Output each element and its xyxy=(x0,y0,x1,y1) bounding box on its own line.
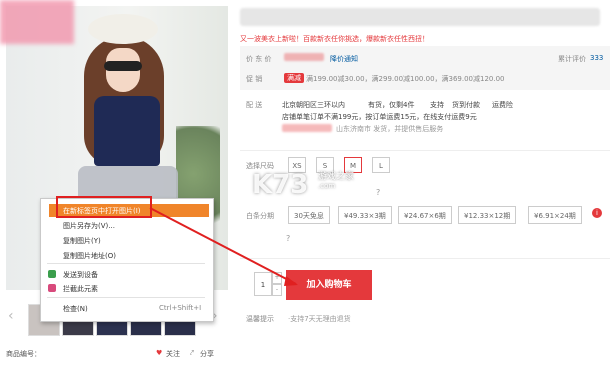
thumb-prev-icon[interactable]: ‹ xyxy=(8,308,14,324)
annotation-highlight-box xyxy=(56,196,152,218)
quantity-minus-button[interactable]: - xyxy=(272,284,282,296)
warm-tip-text: ·支持7天无理由退货 xyxy=(288,315,351,323)
divider xyxy=(240,258,610,259)
menu-separator xyxy=(47,263,205,264)
menu-item-block-element[interactable]: 拦截此元素 xyxy=(63,284,98,294)
menu-item-copy-image-address[interactable]: 复制图片地址(O) xyxy=(63,251,116,261)
promo-tag: 满减 xyxy=(284,73,304,83)
model-hat xyxy=(88,14,158,44)
installment-option[interactable]: 30天免息 xyxy=(288,206,330,224)
divider xyxy=(240,150,610,151)
promo-label: 促 销 xyxy=(246,75,263,83)
follow-link[interactable]: 关注 xyxy=(166,349,180,359)
installment-option[interactable]: ¥49.33×3期 xyxy=(338,206,392,224)
ship-note: 店铺单笔订单不满199元，按订单运费15元，在线支付运费9元 xyxy=(282,113,477,121)
sub-promo-text: 又一波美衣上新啦！百款新衣任你挑选，爆款新衣任性西扭！ xyxy=(240,35,429,43)
blurred-logo xyxy=(0,0,74,44)
installment-option[interactable]: ¥24.67×6期 xyxy=(398,206,452,224)
quantity-plus-button[interactable]: + xyxy=(272,272,282,284)
ship-support: 支持 xyxy=(430,101,444,109)
menu-item-copy-image[interactable]: 复制图片(Y) xyxy=(63,236,101,246)
quantity-input[interactable]: 1 xyxy=(254,272,272,296)
price-blurred xyxy=(284,53,324,61)
share-link[interactable]: 分享 xyxy=(200,349,214,359)
warm-tip-label: 温馨提示 xyxy=(246,315,274,323)
promo-text: 满199.00减30.00，满299.00减100.00，满369.00减120… xyxy=(306,75,505,83)
price-notice-link[interactable]: 降价通知 xyxy=(330,54,358,64)
size-option-l[interactable]: L xyxy=(372,157,390,173)
menu-item-inspect[interactable]: 检查(N) xyxy=(63,304,88,314)
watermark-sub: 游戏之家 xyxy=(318,172,355,182)
block-element-icon xyxy=(48,284,56,292)
watermark-url: .com xyxy=(318,182,336,190)
item-meta-row: 商品编号： ♥ 关注 ⤤ 分享 xyxy=(6,349,228,361)
price-panel: 价 东 价 降价通知 累计评价 333 促 销 满减 满199.00减30.00… xyxy=(240,46,610,90)
installment-label: 白条分期 xyxy=(246,212,274,220)
installment-help-icon[interactable]: ? xyxy=(286,234,290,243)
review-count[interactable]: 333 xyxy=(590,54,603,62)
ship-from-shop: 山东济南市 发货，并提供售后服务 xyxy=(336,125,444,133)
review-label: 累计评价 xyxy=(558,55,586,63)
menu-item-inspect-shortcut: Ctrl+Shift+I xyxy=(159,304,202,312)
ship-label-icon: 配 送 xyxy=(246,101,263,109)
ship-return: 运费险 xyxy=(492,101,513,109)
ship-cod: 货到付款 xyxy=(452,101,480,109)
heart-icon[interactable]: ♥ xyxy=(156,349,162,357)
help-icon[interactable]: ? xyxy=(376,188,380,197)
installment-info-icon[interactable]: i xyxy=(592,208,602,218)
send-device-icon xyxy=(48,270,56,278)
menu-separator xyxy=(47,297,205,298)
installment-option[interactable]: ¥12.33×12期 xyxy=(458,206,517,224)
installment-option[interactable]: ¥6.91×24期 xyxy=(528,206,582,224)
add-to-cart-button[interactable]: 加入购物车 xyxy=(286,270,372,300)
share-icon[interactable]: ⤤ xyxy=(190,349,194,358)
menu-item-send-to-device[interactable]: 发送到设备 xyxy=(63,270,98,280)
price-label: 价 东 价 xyxy=(246,55,272,63)
model-sunglasses xyxy=(104,61,142,71)
model-top xyxy=(94,96,160,166)
ship-stock: 有货，仅剩4件 xyxy=(368,101,415,109)
item-code-label: 商品编号： xyxy=(6,350,41,358)
ship-from[interactable]: 北京朝阳区三环以内 xyxy=(282,100,345,110)
product-title-blurred xyxy=(240,8,600,26)
shop-name-blurred xyxy=(282,124,332,132)
watermark-logo: K73 xyxy=(252,170,309,200)
menu-item-save-image-as[interactable]: 图片另存为(V)... xyxy=(63,221,115,231)
